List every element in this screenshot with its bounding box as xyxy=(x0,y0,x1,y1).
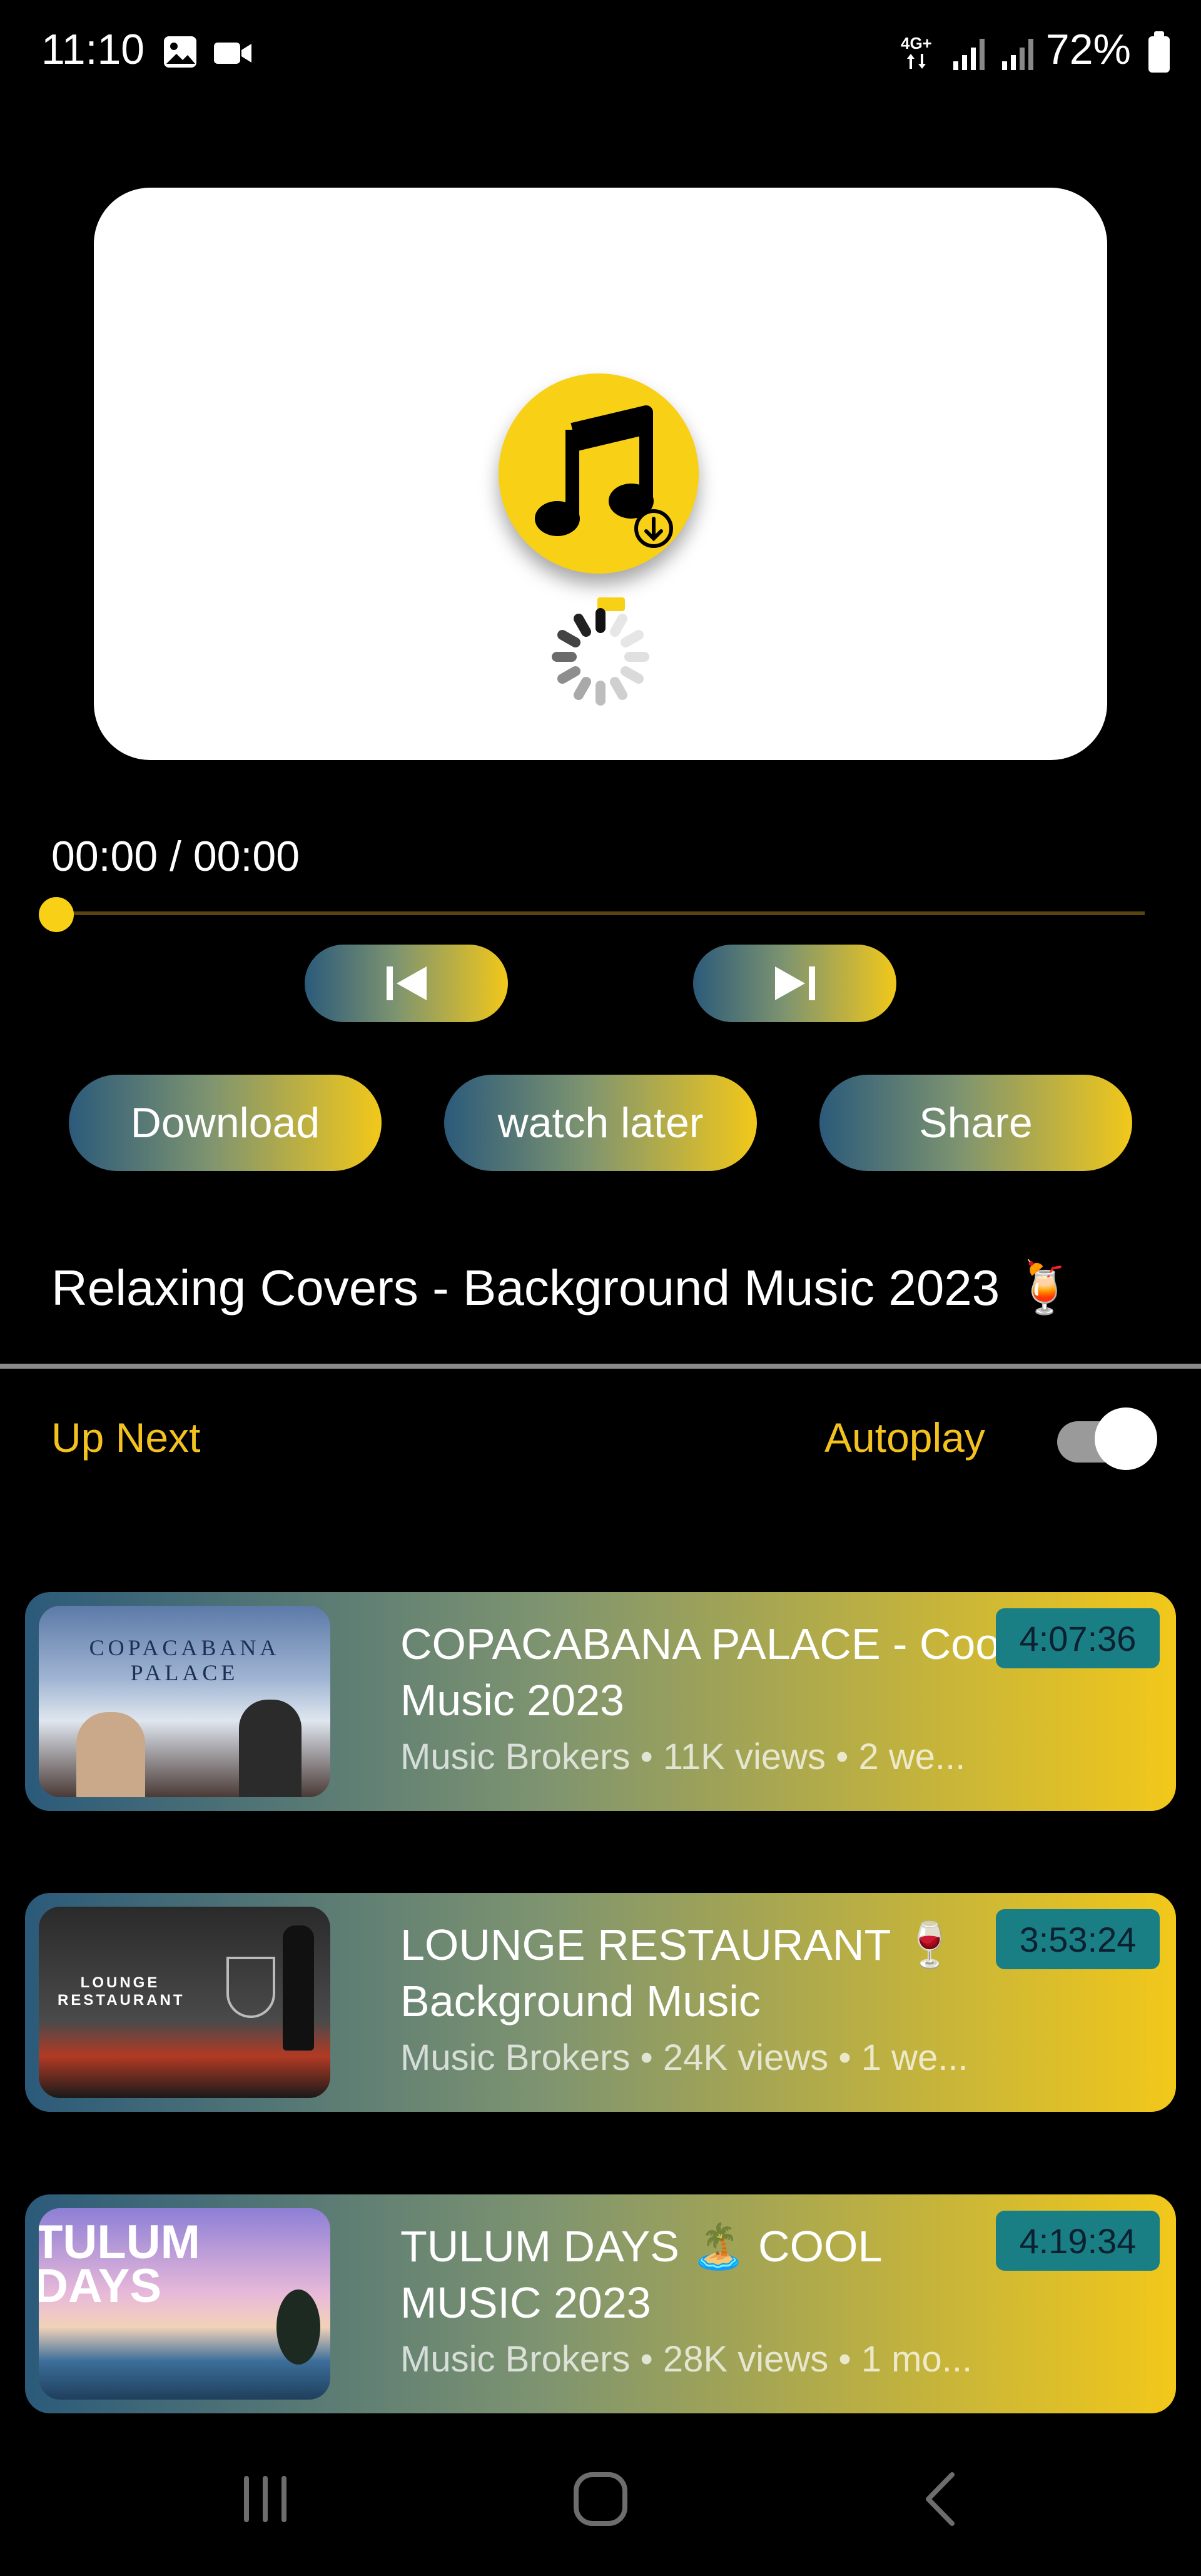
seek-thumb[interactable] xyxy=(39,897,74,932)
skip-previous-icon xyxy=(386,966,427,1000)
thumbnail-text-2: PALACE xyxy=(130,1660,239,1685)
next-button[interactable] xyxy=(693,945,896,1022)
battery-icon xyxy=(1148,31,1170,73)
playback-timecode: 00:00 / 00:00 xyxy=(51,833,300,880)
now-playing-title: Relaxing Covers - Background Music 2023 … xyxy=(51,1260,1077,1316)
video-thumbnail: TULUM DAYS xyxy=(39,2208,330,2400)
section-divider xyxy=(0,1364,1201,1369)
autoplay-toggle[interactable] xyxy=(1057,1407,1157,1470)
signal-icon-2 xyxy=(1002,39,1033,70)
signal-icon xyxy=(953,39,985,70)
playlist-item-title: LOUNGE RESTAURANT 🍷 Background Music xyxy=(400,1920,957,2026)
network-type: 4G+ xyxy=(901,34,932,53)
thumbnail-palm xyxy=(276,2289,320,2365)
playlist-item[interactable]: TULUM DAYS TULUM DAYS 🏝️ COOL MUSIC 2023… xyxy=(25,2194,1176,2413)
loading-spinner-icon xyxy=(552,608,649,706)
recent-apps-icon[interactable] xyxy=(238,2471,294,2527)
previous-button[interactable] xyxy=(305,945,508,1022)
thumbnail-text: LOUNGE xyxy=(80,1974,160,1991)
duration-badge: 3:53:24 xyxy=(996,1909,1160,1969)
duration-badge: 4:07:36 xyxy=(996,1608,1160,1668)
up-next-label: Up Next xyxy=(51,1414,201,1461)
network-indicator: 4G+ xyxy=(901,34,945,71)
thumbnail-glass xyxy=(226,1957,275,2018)
gallery-icon xyxy=(164,36,196,68)
playlist-item-title: TULUM DAYS 🏝️ COOL MUSIC 2023 xyxy=(400,2222,881,2327)
download-button[interactable]: Download xyxy=(69,1075,382,1171)
duration-badge: 4:19:34 xyxy=(996,2211,1160,2271)
home-icon[interactable] xyxy=(572,2471,629,2527)
thumbnail-text-2: RESTAURANT xyxy=(58,1992,185,2009)
music-note-download-icon xyxy=(499,373,699,574)
video-camera-icon xyxy=(214,43,251,64)
back-icon[interactable] xyxy=(913,2471,970,2527)
video-thumbnail: COPACABANA PALACE xyxy=(39,1606,330,1797)
thumbnail-text: TULUM xyxy=(39,2216,200,2269)
thumbnail-text: COPACABANA xyxy=(89,1635,280,1660)
playlist-item-meta: Music Brokers • 11K views • 2 we... xyxy=(400,1737,966,1777)
battery-percent: 72% xyxy=(1045,26,1131,73)
status-time: 11:10 xyxy=(41,26,145,73)
status-bar: 11:10 4G+ 72% xyxy=(0,0,1201,106)
thumbnail-figure-2 xyxy=(239,1700,302,1797)
playlist-item-title: COPACABANA PALACE - Cool Music 2023 xyxy=(400,1620,1010,1725)
playlist-item-meta: Music Brokers • 28K views • 1 mo... xyxy=(400,2339,973,2380)
playlist-item-meta: Music Brokers • 24K views • 1 we... xyxy=(400,2037,968,2078)
video-thumbnail: LOUNGE RESTAURANT xyxy=(39,1907,330,2098)
playlist-item[interactable]: COPACABANA PALACE COPACABANA PALACE - Co… xyxy=(25,1592,1176,1811)
seek-bar[interactable] xyxy=(56,911,1145,915)
thumbnail-bottle xyxy=(283,1925,314,2051)
share-button[interactable]: Share xyxy=(819,1075,1132,1171)
autoplay-toggle-knob xyxy=(1095,1407,1157,1470)
media-player[interactable] xyxy=(94,188,1107,760)
data-arrows-icon xyxy=(907,54,926,69)
thumbnail-text-2: DAYS xyxy=(39,2259,162,2313)
system-navigation-bar xyxy=(0,2440,1201,2576)
thumbnail-figure xyxy=(76,1712,145,1797)
playlist-item[interactable]: LOUNGE RESTAURANT LOUNGE RESTAURANT 🍷 Ba… xyxy=(25,1893,1176,2112)
watch-later-button[interactable]: watch later xyxy=(444,1075,757,1171)
autoplay-label: Autoplay xyxy=(824,1414,985,1461)
skip-next-icon xyxy=(774,966,815,1000)
